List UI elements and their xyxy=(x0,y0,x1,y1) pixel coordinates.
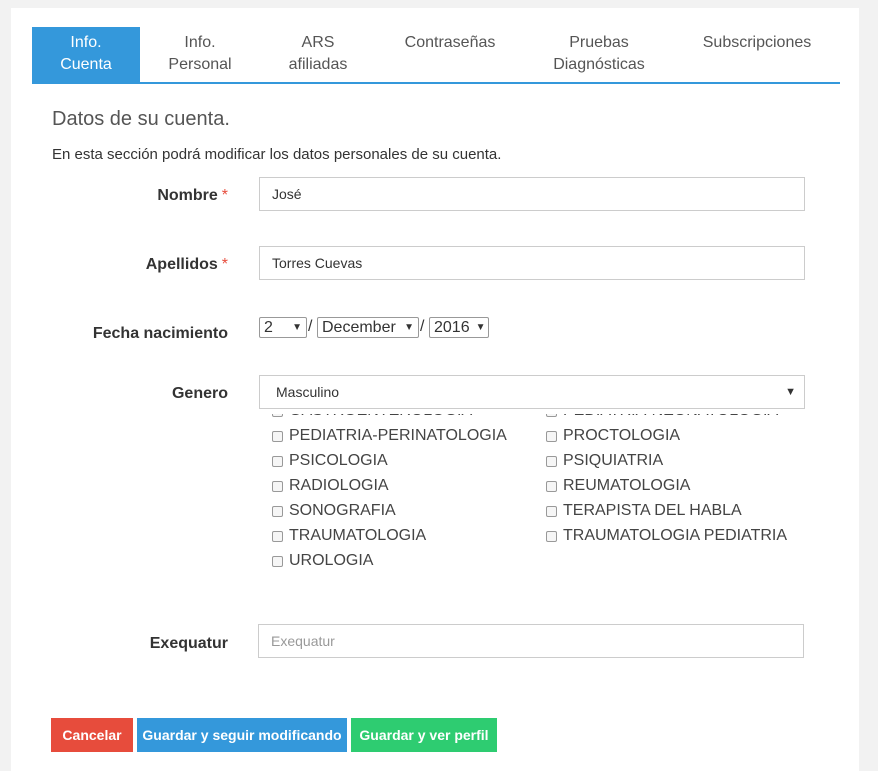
nombre-input[interactable]: José xyxy=(259,177,805,211)
section-description: En esta sección podrá modificar los dato… xyxy=(52,146,502,163)
tab-contrasenas[interactable]: Contraseñas xyxy=(376,27,524,82)
specialty-label: PEDIATRIA-NEONATOLOGIA xyxy=(563,414,778,420)
specialty-label: TRAUMATOLOGIA PEDIATRIA xyxy=(563,527,788,544)
specialty-label: TRAUMATOLOGIA xyxy=(289,527,427,544)
specialty-checkbox-item[interactable]: TRAUMATOLOGIA PEDIATRIA xyxy=(546,527,787,545)
specialty-label: PEDIATRIA-PERINATOLOGIA xyxy=(289,427,507,444)
checkbox-icon[interactable] xyxy=(272,530,283,542)
specialty-checkbox-item[interactable]: TRAUMATOLOGIA xyxy=(272,527,426,545)
tab-ars-afiliadas[interactable]: ARS afiliadas xyxy=(260,27,376,82)
checkbox-icon[interactable] xyxy=(546,505,557,517)
birth-day-value: 2 xyxy=(264,318,273,336)
birth-day-select[interactable]: 2 ▼ xyxy=(259,317,307,338)
tab-pruebas-diagnosticas[interactable]: Pruebas Diagnósticas xyxy=(524,27,674,82)
tab-label: Cuenta xyxy=(60,56,112,73)
required-mark: * xyxy=(221,256,228,273)
tab-bar: Info. Cuenta Info. Personal ARS afiliada… xyxy=(32,27,840,84)
date-separator: / xyxy=(420,318,425,335)
checkbox-icon[interactable] xyxy=(272,555,283,567)
exequatur-input[interactable]: Exequatur xyxy=(258,624,804,658)
genero-select[interactable]: Masculino ▼ xyxy=(259,375,805,409)
checkbox-icon[interactable] xyxy=(546,414,557,417)
caret-down-icon: ▼ xyxy=(475,322,486,333)
genero-value: Masculino xyxy=(276,384,340,400)
specialty-label: UROLOGIA xyxy=(289,552,374,569)
birth-month-value: December xyxy=(322,318,396,336)
specialty-label: REUMATOLOGIA xyxy=(563,477,691,494)
apellidos-label: Apellidos * xyxy=(145,256,228,273)
specialty-checkbox-item[interactable]: RADIOLOGIA xyxy=(272,477,389,495)
specialty-label: SONOGRAFIA xyxy=(289,502,396,519)
nombre-label: Nombre * xyxy=(157,187,228,204)
tab-label: Diagnósticas xyxy=(553,56,645,73)
save-continue-button[interactable]: Guardar y seguir modificando xyxy=(137,718,347,752)
caret-down-icon: ▼ xyxy=(292,322,302,333)
tab-label: Contraseñas xyxy=(404,34,496,51)
specialty-label: GASTROENTEROLOGIA xyxy=(289,414,472,420)
birth-year-select[interactable]: 2016 ▼ xyxy=(429,317,489,338)
specialty-label: RADIOLOGIA xyxy=(289,477,389,494)
specialty-label: PSICOLOGIA xyxy=(289,452,388,469)
specialty-checkbox-item[interactable]: UROLOGIA xyxy=(272,552,373,570)
tab-label: Info. xyxy=(70,34,102,51)
specialty-label: PSIQUIATRIA xyxy=(563,452,664,469)
specialty-checkbox-item[interactable]: GASTROENTEROLOGIA xyxy=(272,414,472,420)
date-separator: / xyxy=(308,318,313,335)
checkbox-icon[interactable] xyxy=(546,480,557,492)
specialty-checkbox-item[interactable]: PEDIATRIA-PERINATOLOGIA xyxy=(272,427,507,445)
apellidos-input[interactable]: Torres Cuevas xyxy=(259,246,805,280)
specialty-checkbox-item[interactable]: PSICOLOGIA xyxy=(272,452,388,470)
specialty-label: TERAPISTA DEL HABLA xyxy=(563,502,742,519)
specialty-checkbox-item[interactable]: PSIQUIATRIA xyxy=(546,452,663,470)
birth-month-select[interactable]: December ▼ xyxy=(317,317,419,338)
checkbox-icon[interactable] xyxy=(272,414,283,417)
section-title: Datos de su cuenta. xyxy=(52,108,230,130)
tab-label: ARS xyxy=(301,34,335,51)
exequatur-label: Exequatur xyxy=(149,635,228,652)
caret-down-icon: ▼ xyxy=(785,386,796,398)
tab-info-cuenta[interactable]: Info. Cuenta xyxy=(32,27,140,82)
genero-label: Genero xyxy=(171,385,228,402)
tab-label: Subscripciones xyxy=(702,34,812,51)
tab-subscripciones[interactable]: Subscripciones xyxy=(674,27,840,82)
tab-info-personal[interactable]: Info. Personal xyxy=(140,27,260,82)
checkbox-icon[interactable] xyxy=(272,430,283,442)
specialty-checkbox-item[interactable]: PEDIATRIA-NEONATOLOGIA xyxy=(546,414,778,420)
birth-year-value: 2016 xyxy=(434,318,470,336)
specialty-checkbox-item[interactable]: REUMATOLOGIA xyxy=(546,477,690,495)
checkbox-icon[interactable] xyxy=(546,530,557,542)
caret-down-icon: ▼ xyxy=(404,322,414,333)
fecha-nacimiento-label: Fecha nacimiento xyxy=(92,325,228,342)
save-view-profile-button[interactable]: Guardar y ver perfil xyxy=(351,718,497,752)
specialty-checkbox-item[interactable]: PROCTOLOGIA xyxy=(546,427,680,445)
tab-label: Info. xyxy=(184,34,216,51)
checkbox-icon[interactable] xyxy=(546,430,557,442)
specialty-checkbox-item[interactable]: TERAPISTA DEL HABLA xyxy=(546,502,742,520)
tab-label: afiliadas xyxy=(288,56,348,73)
tab-label: Pruebas xyxy=(569,34,629,51)
required-mark: * xyxy=(221,187,228,204)
cancel-button[interactable]: Cancelar xyxy=(51,718,133,752)
checkbox-icon[interactable] xyxy=(546,455,557,467)
tab-label: Personal xyxy=(168,56,232,73)
checkbox-icon[interactable] xyxy=(272,505,283,517)
checkbox-icon[interactable] xyxy=(272,480,283,492)
specialty-checkbox-item[interactable]: SONOGRAFIA xyxy=(272,502,396,520)
specialties-list: GASTROENTEROLOGIA PEDIATRIA-PERINATOLOGIA… xyxy=(272,414,832,589)
checkbox-icon[interactable] xyxy=(272,455,283,467)
specialty-label: PROCTOLOGIA xyxy=(563,427,681,444)
